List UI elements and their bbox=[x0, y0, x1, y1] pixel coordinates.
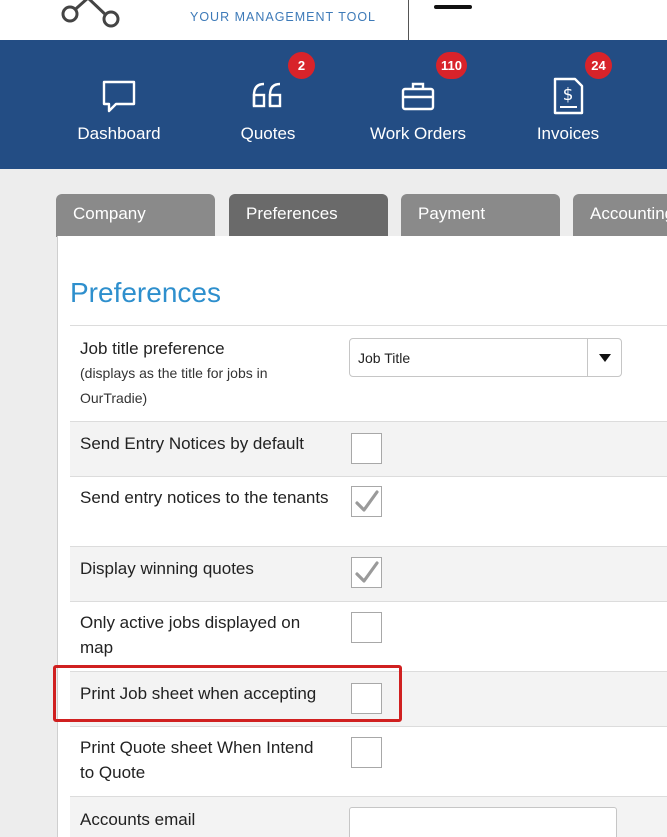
pref-row-job-title: Job title preference (displays as the ti… bbox=[70, 325, 667, 421]
nav-label-invoices: Invoices bbox=[536, 124, 600, 143]
print-job-sheet-label: Print Job sheet when accepting bbox=[80, 684, 317, 703]
nav-label-quotes: Quotes bbox=[240, 124, 296, 143]
quote-marks-icon bbox=[252, 82, 282, 108]
job-title-select[interactable]: Job Title bbox=[349, 338, 622, 377]
pref-row-send-entry-notices-tenants: Send entry notices to the tenants bbox=[70, 476, 667, 546]
only-active-jobs-map-label: Only active jobs displayed on map bbox=[80, 613, 301, 657]
chat-bubble-icon bbox=[102, 80, 136, 113]
job-title-sublabel: (displays as the title for jobs in OurTr… bbox=[80, 365, 268, 406]
tab-accounting[interactable]: Accounting bbox=[573, 194, 667, 237]
send-entry-notices-default-checkbox[interactable] bbox=[351, 433, 382, 464]
page-title: Preferences bbox=[70, 277, 221, 308]
pref-row-only-active-jobs-map: Only active jobs displayed on map bbox=[70, 601, 667, 671]
header-divider bbox=[408, 0, 409, 40]
display-winning-quotes-label: Display winning quotes bbox=[80, 559, 254, 578]
nav-item-work-orders[interactable]: Work Orders 110 bbox=[343, 40, 493, 169]
work-orders-count-badge: 110 bbox=[436, 52, 467, 79]
send-entry-notices-tenants-checkbox[interactable] bbox=[351, 486, 382, 517]
tab-company[interactable]: Company bbox=[56, 194, 215, 237]
nav-label-work-orders: Work Orders bbox=[369, 124, 467, 143]
invoices-count-badge: 24 bbox=[585, 52, 612, 79]
print-quote-sheet-checkbox[interactable] bbox=[351, 737, 382, 768]
nav-item-quotes[interactable]: Quotes 2 bbox=[193, 40, 343, 169]
svg-text:$: $ bbox=[563, 85, 574, 105]
select-divider bbox=[587, 339, 588, 376]
print-quote-sheet-label: Print Quote sheet When Intend to Quote bbox=[80, 738, 314, 782]
nav-label-dashboard: Dashboard bbox=[77, 124, 161, 143]
briefcase-icon bbox=[401, 82, 435, 111]
quotes-count-badge: 2 bbox=[288, 52, 315, 79]
accounts-email-input[interactable] bbox=[349, 807, 617, 837]
checkmark-icon bbox=[355, 561, 379, 583]
nav-item-dashboard[interactable]: Dashboard bbox=[44, 40, 194, 169]
only-active-jobs-map-checkbox[interactable] bbox=[351, 612, 382, 643]
pref-row-print-job-sheet: Print Job sheet when accepting bbox=[70, 671, 667, 726]
accounts-email-label: Accounts email bbox=[80, 810, 196, 829]
pref-row-display-winning-quotes: Display winning quotes bbox=[70, 546, 667, 601]
chevron-down-icon bbox=[599, 354, 611, 362]
invoice-dollar-icon: $ bbox=[553, 77, 584, 115]
top-header: YOUR MANAGEMENT TOOL bbox=[0, 0, 667, 40]
main-nav: Dashboard Quotes 2 Work Orders 110 $ Inv… bbox=[0, 40, 667, 169]
menu-icon[interactable] bbox=[434, 5, 472, 9]
job-title-select-value: Job Title bbox=[358, 350, 411, 366]
brand-tagline: YOUR MANAGEMENT TOOL bbox=[190, 10, 377, 24]
send-entry-notices-tenants-label: Send entry notices to the tenants bbox=[80, 488, 329, 507]
checkmark-icon bbox=[355, 490, 379, 512]
pref-row-accounts-email: Accounts email bbox=[70, 796, 667, 837]
tab-payment[interactable]: Payment bbox=[401, 194, 560, 237]
nav-item-invoices[interactable]: $ Invoices 24 bbox=[493, 40, 643, 169]
job-title-label: Job title preference bbox=[80, 339, 225, 358]
display-winning-quotes-checkbox[interactable] bbox=[351, 557, 382, 588]
logo-network-icon bbox=[61, 0, 120, 28]
tab-preferences[interactable]: Preferences bbox=[229, 194, 388, 237]
print-job-sheet-checkbox[interactable] bbox=[351, 683, 382, 714]
send-entry-notices-default-label: Send Entry Notices by default bbox=[80, 434, 304, 453]
pref-row-print-quote-sheet: Print Quote sheet When Intend to Quote bbox=[70, 726, 667, 796]
pref-row-send-entry-notices-default: Send Entry Notices by default bbox=[70, 421, 667, 476]
